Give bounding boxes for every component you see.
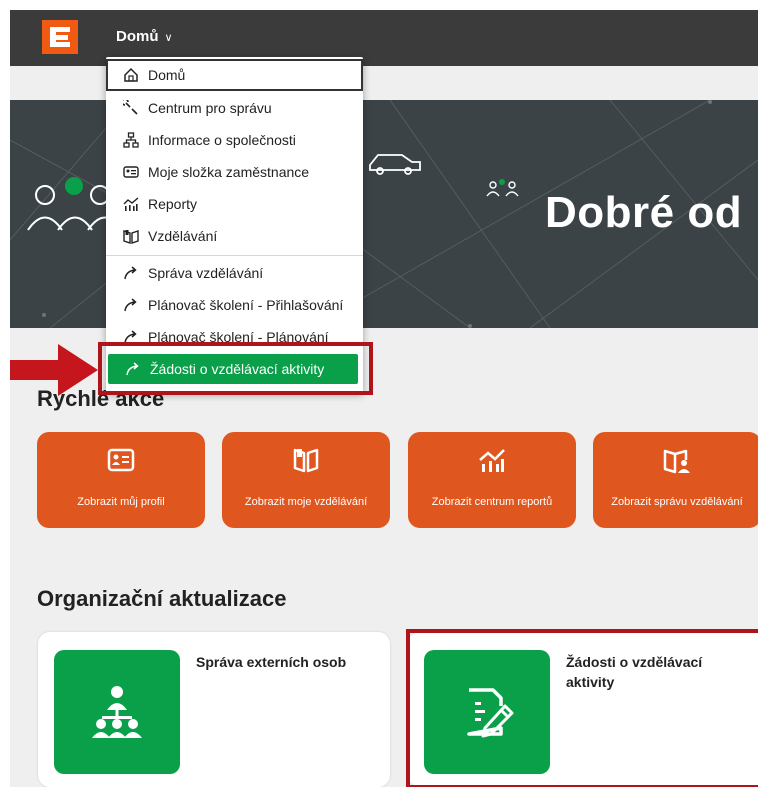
menu-item-training-planner-signup[interactable]: Plánovač školení - Přihlašování xyxy=(106,289,363,321)
menu-item-label: Plánovač školení - Plánování xyxy=(148,329,329,345)
quick-action-learning-admin[interactable]: Zobrazit správu vzdělávání xyxy=(593,432,758,528)
menu-item-label: Moje složka zaměstnance xyxy=(148,164,310,180)
menu-item-reports[interactable]: Reporty xyxy=(106,188,363,220)
external-link-icon xyxy=(124,330,137,344)
external-link-icon xyxy=(124,266,137,280)
menu-item-training-planner-planning[interactable]: Plánovač školení - Plánování xyxy=(106,321,363,353)
menu-item-label: Domů xyxy=(148,67,186,83)
car-illustration-icon xyxy=(369,154,421,175)
card-external-persons[interactable]: Správa externích osob xyxy=(38,632,390,787)
hero-greeting: Dobré od xyxy=(545,188,743,237)
card-learning-requests[interactable]: Žádosti o vzdělávací aktivity xyxy=(408,632,758,787)
quick-action-my-learning[interactable]: Zobrazit moje vzdělávání xyxy=(222,432,390,528)
card-tile xyxy=(424,650,550,774)
chart-icon xyxy=(479,449,505,472)
menu-item-home[interactable]: Domů xyxy=(106,59,363,91)
menu-item-learning-admin[interactable]: Správa vzdělávání xyxy=(106,257,363,289)
card-title-line2: aktivity xyxy=(566,674,615,690)
menu-divider xyxy=(106,255,363,256)
quick-action-my-profile[interactable]: Zobrazit můj profil xyxy=(37,432,205,528)
quick-action-report-center[interactable]: Zobrazit centrum reportů xyxy=(408,432,576,528)
menu-item-employee-file[interactable]: Moje složka zaměstnance xyxy=(106,156,363,188)
menu-item-label: Centrum pro správu xyxy=(148,100,272,116)
menu-item-label: Žádosti o vzdělávací aktivity xyxy=(150,361,325,377)
home-menu-label: Domů xyxy=(116,28,159,45)
menu-item-learning-requests[interactable]: Žádosti o vzdělávací aktivity xyxy=(108,354,358,384)
wrench-icon xyxy=(123,100,138,115)
external-link-icon xyxy=(126,362,139,376)
card-title-line1: Žádosti o vzdělávací xyxy=(566,654,703,670)
quick-action-label: Zobrazit centrum reportů xyxy=(431,496,553,508)
home-menu-button[interactable]: Domů ∨ xyxy=(116,28,173,45)
menu-item-label: Informace o společnosti xyxy=(148,132,296,148)
card-title: Správa externích osob xyxy=(196,654,347,670)
book-icon xyxy=(293,448,319,473)
chart-icon xyxy=(123,197,139,211)
people-hierarchy-icon xyxy=(92,686,142,738)
navigation-dropdown: Domů Centrum pro správu Informace o spol… xyxy=(106,57,363,393)
menu-item-label: Vzdělávání xyxy=(148,228,218,244)
document-pen-icon xyxy=(467,688,514,738)
menu-item-label: Správa vzdělávání xyxy=(148,265,264,281)
menu-item-admin-center[interactable]: Centrum pro správu xyxy=(106,92,363,124)
quick-action-label: Zobrazit správu vzdělávání xyxy=(611,496,743,508)
id-card-icon xyxy=(107,448,135,472)
menu-item-company-info[interactable]: Informace o společnosti xyxy=(106,124,363,156)
org-chart-icon xyxy=(123,132,139,148)
org-updates-title: Organizační aktualizace xyxy=(37,586,287,611)
menu-item-label: Plánovač školení - Přihlašování xyxy=(148,297,344,313)
app-shell: Domů ∨ Dobré od Rychlé akce Zobrazit můj… xyxy=(10,10,758,787)
company-logo[interactable] xyxy=(42,20,78,54)
external-link-icon xyxy=(124,298,137,312)
home-icon xyxy=(124,67,138,82)
card-tile xyxy=(54,650,180,774)
menu-item-label: Reporty xyxy=(148,196,198,212)
book-person-icon xyxy=(663,449,690,474)
pointer-arrow-icon xyxy=(10,344,98,396)
id-card-icon xyxy=(123,166,139,178)
quick-action-label: Zobrazit moje vzdělávání xyxy=(244,496,368,508)
chevron-down-icon: ∨ xyxy=(164,32,173,44)
book-icon xyxy=(123,230,139,244)
menu-item-learning[interactable]: Vzdělávání xyxy=(106,220,363,252)
quick-action-label: Zobrazit můj profil xyxy=(77,496,165,508)
